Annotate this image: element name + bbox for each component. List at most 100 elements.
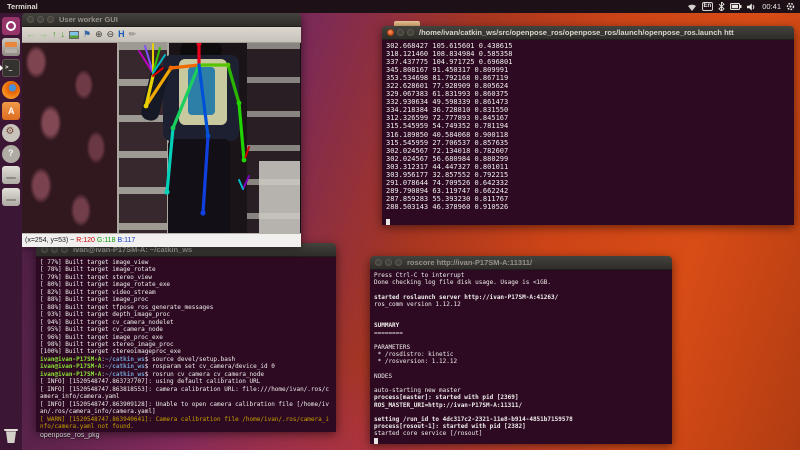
maximize-button[interactable] bbox=[61, 246, 68, 253]
terminal-line: [ 93%] Built target depth_image_proc bbox=[40, 311, 336, 318]
pose-terminal-body[interactable]: 302.668427 105.615601 0.438615318.121460… bbox=[382, 40, 794, 225]
launcher-software-icon[interactable] bbox=[2, 102, 20, 120]
close-button[interactable] bbox=[41, 246, 48, 253]
terminal-line: PARAMETERS bbox=[374, 344, 672, 351]
close-button[interactable] bbox=[375, 259, 382, 266]
terminal-line: an/.ros/camera_info/camera.yaml] bbox=[40, 408, 336, 415]
minimize-button[interactable] bbox=[37, 16, 44, 23]
roscore-terminal-window: roscore http://ivan-P17SM-A:11311/ Press… bbox=[370, 256, 672, 443]
pose-output-terminal-window: /home/ivan/catkin_ws/src/openpose_ros/op… bbox=[382, 26, 794, 224]
terminal-line bbox=[374, 308, 672, 315]
pose-data-row: 291.078644 74.709526 0.642332 bbox=[386, 179, 794, 187]
build-terminal-window: ivan@ivan-P17SM-A: ~/catkin_ws [ 77%] Bu… bbox=[36, 243, 336, 431]
roscore-terminal-titlebar[interactable]: roscore http://ivan-P17SM-A:11311/ bbox=[370, 256, 672, 270]
terminal-line bbox=[374, 337, 672, 344]
pose-data-row: 302.668427 105.615601 0.438615 bbox=[386, 42, 794, 50]
terminal-line: started core service [/rosout] bbox=[374, 430, 672, 437]
forward-arrow-icon[interactable]: → bbox=[39, 30, 48, 39]
session-gear-icon[interactable] bbox=[786, 2, 795, 11]
keyboard-layout-indicator[interactable]: En bbox=[702, 2, 714, 11]
terminal-line: [ 88%] Built target tfpose_ros_generate_… bbox=[40, 304, 336, 311]
window-title: User worker GUI bbox=[59, 15, 301, 24]
terminal-line: [ WARN] [1520548747.863940641]: Camera c… bbox=[40, 416, 336, 423]
terminal-cursor bbox=[374, 438, 378, 444]
terminal-line: Done checking log file disk usage. Usage… bbox=[374, 279, 672, 286]
zoom-out-icon[interactable]: ⊖ bbox=[107, 30, 115, 39]
terminal-line: [ 94%] Built target cv_camera_nodelet bbox=[40, 319, 336, 326]
pose-data-row: 288.503143 46.378960 0.910526 bbox=[386, 203, 794, 211]
terminal-line: [ 78%] Built target image_rotate bbox=[40, 266, 336, 273]
down-arrow-icon[interactable]: ↓ bbox=[61, 30, 66, 39]
terminal-line: [ 88%] Built target image_proc bbox=[40, 296, 336, 303]
focused-app-name: Terminal bbox=[7, 2, 38, 11]
launcher-terminal-icon[interactable] bbox=[2, 59, 20, 77]
bluetooth-icon[interactable] bbox=[718, 2, 725, 11]
terminal-line: process[master]: started with pid [2369] bbox=[374, 394, 672, 401]
top-panel: Terminal En 00:41 bbox=[0, 0, 800, 13]
terminal-line: Press Ctrl-C to interrupt bbox=[374, 272, 672, 279]
desktop[interactable]: Terminal En 00:41 ros-openpose openpose_… bbox=[0, 0, 800, 450]
terminal-line: ivan@ivan-P17SM-A:~/catkin_ws$ rosrun cv… bbox=[40, 371, 336, 378]
pixel-green-value: G:118 bbox=[97, 237, 116, 244]
pose-data-row: 337.437775 104.971725 0.696801 bbox=[386, 58, 794, 66]
image-view-titlebar[interactable]: User worker GUI bbox=[22, 13, 301, 27]
terminal-line: [ 95%] Built target cv_camera_node bbox=[40, 326, 336, 333]
pose-data-row: 315.545959 54.749352 0.781194 bbox=[386, 122, 794, 130]
roscore-terminal-lines: Press Ctrl-C to interruptDone checking l… bbox=[374, 272, 672, 438]
minimize-button[interactable] bbox=[397, 29, 404, 36]
desktop-icon-openpose-ros-pkg[interactable]: openpose_ros_pkg bbox=[40, 432, 100, 439]
roscore-terminal-body[interactable]: Press Ctrl-C to interruptDone checking l… bbox=[370, 270, 672, 444]
terminal-line: [ INFO] [1520548747.863818553]: camera c… bbox=[40, 386, 336, 393]
maximize-button[interactable] bbox=[407, 29, 414, 36]
minimize-button[interactable] bbox=[385, 259, 392, 266]
build-terminal-body[interactable]: [ 77%] Built target image_view[ 78%] Bui… bbox=[36, 257, 336, 432]
launcher-trash-icon[interactable] bbox=[2, 427, 20, 445]
build-terminal-lines: [ 77%] Built target image_view[ 78%] Bui… bbox=[40, 259, 336, 430]
wifi-icon[interactable] bbox=[687, 3, 697, 11]
image-icon[interactable] bbox=[69, 31, 79, 39]
launcher-help-icon[interactable] bbox=[2, 145, 20, 163]
terminal-line: ======== bbox=[374, 330, 672, 337]
maximize-button[interactable] bbox=[395, 259, 402, 266]
pose-data-row: 312.326599 72.777893 0.845167 bbox=[386, 114, 794, 122]
blank-line bbox=[386, 211, 794, 219]
close-button[interactable] bbox=[27, 16, 34, 23]
flag-icon[interactable]: ⚑ bbox=[83, 30, 91, 39]
zoom-in-icon[interactable]: ⊕ bbox=[95, 30, 103, 39]
terminal-line: [ 77%] Built target image_view bbox=[40, 259, 336, 266]
maximize-button[interactable] bbox=[47, 16, 54, 23]
clock[interactable]: 00:41 bbox=[762, 2, 781, 11]
fit-h-icon[interactable]: H bbox=[118, 30, 125, 39]
pose-data-row: 302.024567 72.134018 0.782607 bbox=[386, 147, 794, 155]
launcher-bottom-items bbox=[0, 426, 22, 450]
pose-data-row: 303.312317 44.447327 0.801011 bbox=[386, 163, 794, 171]
battery-icon[interactable] bbox=[730, 3, 742, 10]
launcher-disk1-icon[interactable] bbox=[2, 166, 20, 184]
running-indicator bbox=[0, 65, 3, 71]
image-view-toolbar: ← → ↑ ↓ ⚑ ⊕ ⊖ H ✏ bbox=[22, 27, 301, 43]
up-arrow-icon[interactable]: ↑ bbox=[52, 30, 57, 39]
terminal-line bbox=[374, 315, 672, 322]
launcher bbox=[0, 13, 22, 450]
terminal-line: setting /run_id to 4dc317c2-2321-11e8-b9… bbox=[374, 416, 672, 423]
volume-icon[interactable] bbox=[747, 3, 757, 11]
terminal-line: ivan@ivan-P17SM-A:~/catkin_ws$ rosparam … bbox=[40, 363, 336, 370]
terminal-line: [ INFO] [1520548747.863909128]: Unable t… bbox=[40, 401, 336, 408]
brush-icon[interactable]: ✏ bbox=[129, 30, 137, 39]
terminal-line: started roslaunch server http://ivan-P17… bbox=[374, 294, 672, 301]
camera-image-view[interactable] bbox=[22, 43, 301, 233]
terminal-line: [ 96%] Built target image_proc_exe bbox=[40, 334, 336, 341]
launcher-items bbox=[0, 13, 22, 207]
launcher-disk2-icon[interactable] bbox=[2, 188, 20, 206]
minimize-button[interactable] bbox=[51, 246, 58, 253]
back-arrow-icon[interactable]: ← bbox=[26, 30, 35, 39]
terminal-line: [ 80%] Built target image_rotate_exe bbox=[40, 281, 336, 288]
pose-terminal-titlebar[interactable]: /home/ivan/catkin_ws/src/openpose_ros/op… bbox=[382, 26, 794, 40]
close-button[interactable] bbox=[387, 29, 394, 36]
terminal-line: [ 79%] Built target stereo_view bbox=[40, 274, 336, 281]
launcher-files-icon[interactable] bbox=[2, 38, 20, 56]
launcher-firefox-icon[interactable] bbox=[2, 81, 20, 99]
launcher-ubuntu-icon[interactable] bbox=[2, 17, 20, 35]
terminal-line bbox=[374, 380, 672, 387]
launcher-settings-icon[interactable] bbox=[2, 124, 20, 142]
